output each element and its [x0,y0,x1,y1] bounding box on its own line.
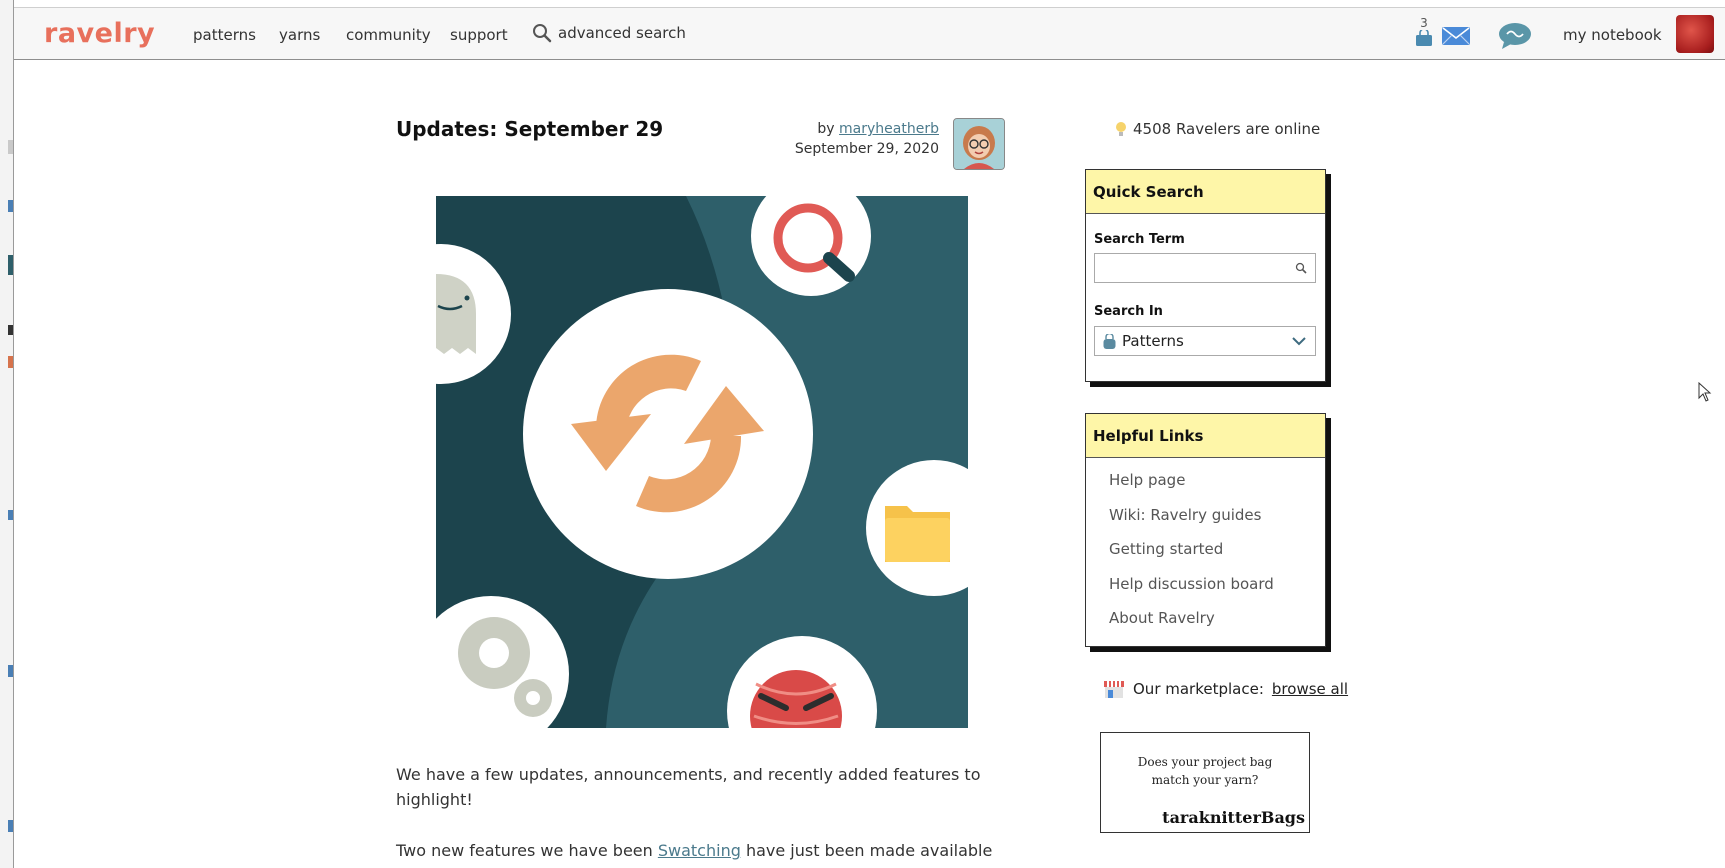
article-paragraph-2: Two new features we have been Swatching … [396,838,996,868]
search-in-value: Patterns [1122,332,1184,350]
helpful-links-title: Helpful Links [1086,414,1325,458]
author-avatar[interactable] [953,118,1005,170]
nav-support[interactable]: support [450,26,508,44]
article-hero-image [436,196,968,728]
window-edge [0,0,14,868]
online-count-text: 4508 Ravelers are online [1133,120,1321,138]
forums-chat-icon[interactable] [1498,22,1532,50]
bag-icon [1416,28,1432,46]
help-link-help-page[interactable]: Help page [1109,468,1325,503]
ad-line-1: Does your project bag [1137,755,1273,769]
chevron-down-icon [1292,337,1306,346]
sidebar-ad[interactable]: Does your project bag match your yarn? t… [1100,732,1310,833]
pattern-bag-icon [1103,333,1116,349]
top-nav: ravelry patterns yarns community support… [14,7,1725,60]
ad-line-2: match your yarn? [1151,773,1259,787]
mail-icon[interactable] [1441,25,1471,47]
search-icon [533,24,552,43]
nav-yarns[interactable]: yarns [279,26,320,44]
nav-patterns[interactable]: patterns [193,26,256,44]
swatching-link[interactable]: Swatching [658,841,741,860]
help-link-wiki[interactable]: Wiki: Ravelry guides [1109,503,1325,538]
user-avatar[interactable] [1676,15,1714,53]
browse-all-link[interactable]: browse all [1272,680,1348,698]
search-term-label: Search Term [1094,232,1185,247]
marketplace-label: Our marketplace: [1133,680,1264,698]
search-icon[interactable] [1295,262,1307,274]
quick-search-box: Quick Search Search Term Search In Patte… [1085,169,1326,382]
article-title: Updates: September 29 [396,117,664,141]
quick-search-title: Quick Search [1086,170,1325,214]
marketplace-line: Our marketplace: browse all [1103,680,1348,698]
online-count: 4508 Ravelers are online [1115,120,1320,138]
article-byline: by maryheatherb September 29, 2020 [790,119,939,159]
advanced-search-label: advanced search [558,24,686,42]
author-link[interactable]: maryheatherb [839,121,939,137]
ravelry-logo[interactable]: ravelry [44,18,155,49]
lightbulb-icon [1116,122,1126,136]
ad-text: Does your project bag match your yarn? [1101,753,1309,789]
updates-illustration [436,196,968,728]
my-notebook-link[interactable]: my notebook [1563,26,1662,44]
article-date: September 29, 2020 [794,141,939,157]
storefront-icon [1104,681,1124,698]
ad-brand: taraknitterBags [1162,808,1305,827]
cart-bag[interactable]: 3 [1409,16,1439,56]
help-link-getting-started[interactable]: Getting started [1109,537,1325,572]
help-link-discussion-board[interactable]: Help discussion board [1109,572,1325,607]
nav-advanced-search[interactable]: advanced search [532,23,686,43]
mouse-cursor-icon [1698,382,1712,402]
helpful-links-box: Helpful Links Help page Wiki: Ravelry gu… [1085,413,1326,647]
author-portrait-icon [954,119,1004,169]
search-term-input[interactable] [1094,253,1316,283]
article-paragraph-1: We have a few updates, announcements, an… [396,765,981,809]
search-in-select[interactable]: Patterns [1094,326,1316,356]
help-link-about[interactable]: About Ravelry [1109,606,1325,641]
cart-count: 3 [1420,16,1428,30]
byline-prefix: by [817,121,835,137]
para2-text-start: Two new features we have been [396,841,658,860]
search-in-label: Search In [1094,304,1163,319]
nav-community[interactable]: community [346,26,431,44]
